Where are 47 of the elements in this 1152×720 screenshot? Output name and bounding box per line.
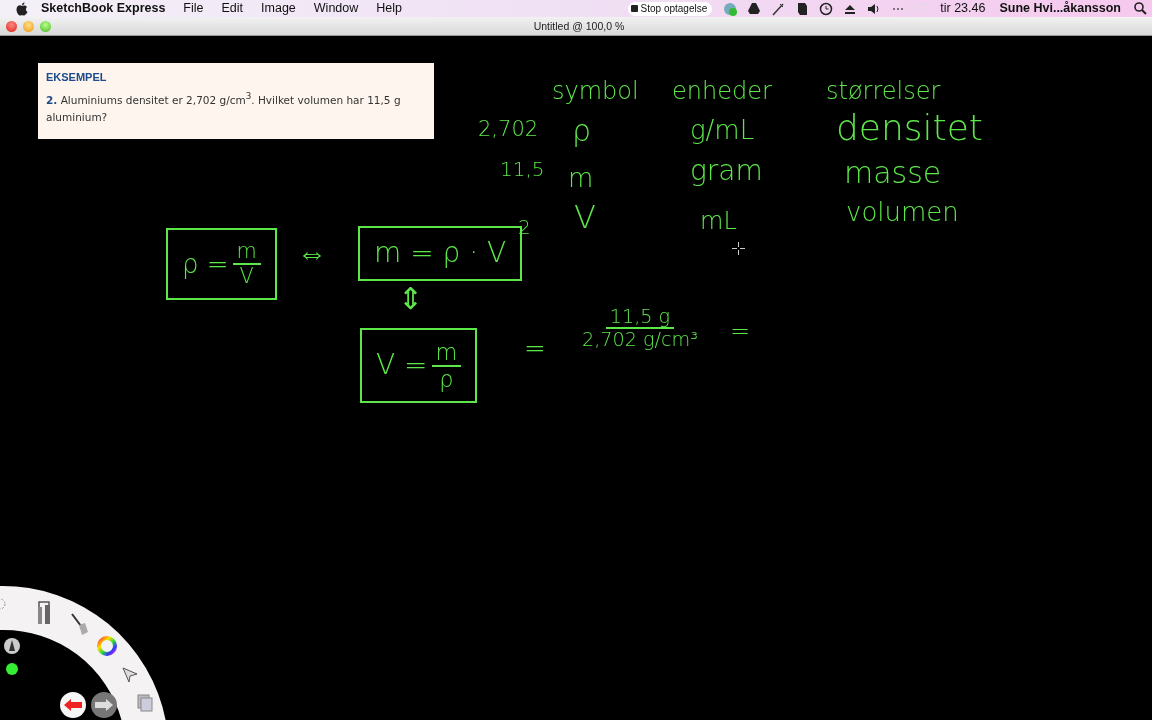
handwritten-text: =	[730, 318, 751, 345]
handwritten-text: 2,702	[478, 118, 539, 142]
handwritten-text: symbol	[552, 78, 639, 105]
stop-recording-button[interactable]: Stop optagelse	[627, 1, 713, 16]
handwritten-text: densitet	[836, 108, 983, 148]
menu-item[interactable]: Edit	[212, 0, 253, 17]
example-question: 2. Aluminiums densitet er 2,702 g/cm$^{3}$. Hvilket volumen har 11,5 g aluminium?	[46, 90, 402, 125]
example-heading: EKSEMPEL	[46, 71, 108, 83]
handwritten-text: volumen	[846, 198, 959, 227]
handwritten-text: enheder	[672, 78, 772, 105]
handwritten-text: V	[574, 200, 596, 236]
handwritten-text: gram	[690, 156, 763, 187]
crosshair-cursor-icon	[732, 242, 745, 255]
tools-icon[interactable]	[36, 599, 52, 625]
current-color-swatch[interactable]	[6, 663, 18, 675]
search-icon[interactable]	[1134, 2, 1147, 15]
color-wheel-icon[interactable]	[96, 635, 118, 657]
app-menu[interactable]: SketchBook Express	[41, 0, 175, 17]
handwritten-text: ⇕	[398, 282, 423, 315]
apple-menu-icon[interactable]	[16, 1, 28, 16]
handwritten-text: mL	[700, 208, 737, 235]
handwritten-text: =	[524, 334, 546, 363]
menu-item[interactable]: Image	[252, 0, 305, 17]
handwritten-text: ρ	[572, 114, 592, 147]
menu-item[interactable]: Help	[367, 0, 411, 17]
handwritten-text: størrelser	[826, 78, 941, 105]
volume-icon[interactable]	[867, 1, 882, 16]
layers-icon[interactable]	[137, 694, 153, 712]
time-machine-icon[interactable]	[819, 1, 834, 16]
handwritten-text: masse	[844, 156, 942, 189]
menu-item[interactable]: Window	[304, 0, 368, 17]
wand-icon[interactable]	[771, 1, 786, 16]
paintbrush-icon[interactable]	[70, 612, 90, 636]
handwritten-text: m	[568, 164, 594, 193]
menu-clock[interactable]: tir 23.46	[934, 0, 992, 17]
close-button[interactable]	[6, 20, 17, 32]
redo-icon[interactable]	[91, 692, 117, 718]
selection-arrow-icon[interactable]	[121, 666, 139, 684]
window-title: Untitled @ 100,0 %	[532, 20, 626, 32]
handwritten-fraction: 11,5 g 2,702 g/cm³	[582, 306, 698, 351]
handwritten-text: g/mL	[690, 116, 755, 145]
menu-item[interactable]: File	[174, 0, 213, 17]
user-name[interactable]: Sune Hvi...åkansson	[991, 0, 1129, 17]
handwritten-text: 11,5	[500, 158, 545, 180]
pencil-icon[interactable]	[4, 638, 20, 654]
handwritten-text: ⇔	[297, 236, 327, 269]
undo-icon[interactable]	[60, 692, 86, 718]
